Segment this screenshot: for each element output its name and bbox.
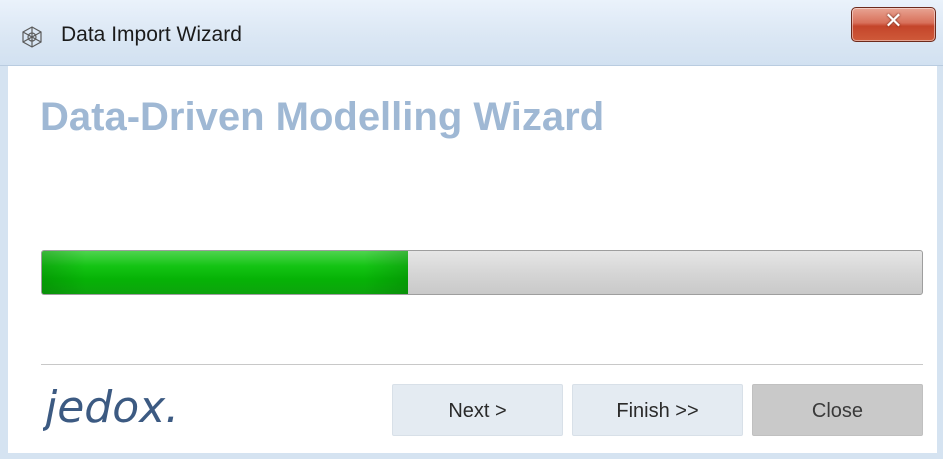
window-title: Data Import Wizard [61, 23, 242, 46]
wizard-cube-icon [22, 26, 42, 48]
finish-button[interactable]: Finish >> [572, 384, 743, 436]
close-icon: ✕ [884, 9, 903, 34]
jedox-logo-text: jedox. [43, 382, 179, 433]
footer-divider [41, 364, 923, 365]
next-button[interactable]: Next > [392, 384, 563, 436]
wizard-heading: Data-Driven Modelling Wizard [40, 95, 605, 139]
progress-bar [41, 250, 923, 295]
progress-bar-fill [42, 251, 409, 294]
jedox-logo: jedox. [43, 382, 179, 433]
close-button[interactable]: Close [752, 384, 923, 436]
title-bar: Data Import Wizard ✕ [0, 0, 943, 66]
window-close-button[interactable]: ✕ [851, 7, 936, 42]
